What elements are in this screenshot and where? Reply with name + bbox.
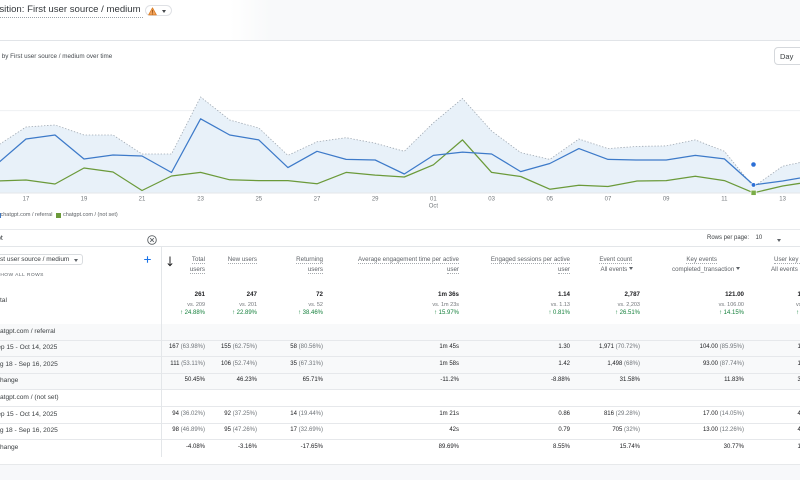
svg-text:23: 23 [197, 197, 204, 203]
svg-text:Oct: Oct [429, 204, 439, 210]
svg-text:11: 11 [721, 197, 728, 203]
svg-text:01: 01 [430, 197, 437, 203]
svg-text:03: 03 [488, 197, 495, 203]
svg-text:21: 21 [139, 197, 146, 203]
svg-text:27: 27 [314, 197, 321, 203]
svg-text:07: 07 [605, 197, 612, 203]
svg-text:25: 25 [255, 197, 262, 203]
svg-text:09: 09 [663, 197, 670, 203]
svg-text:17: 17 [23, 197, 30, 203]
svg-text:13: 13 [779, 197, 786, 203]
svg-text:29: 29 [372, 197, 379, 203]
svg-text:19: 19 [81, 197, 88, 203]
svg-text:05: 05 [546, 197, 553, 203]
